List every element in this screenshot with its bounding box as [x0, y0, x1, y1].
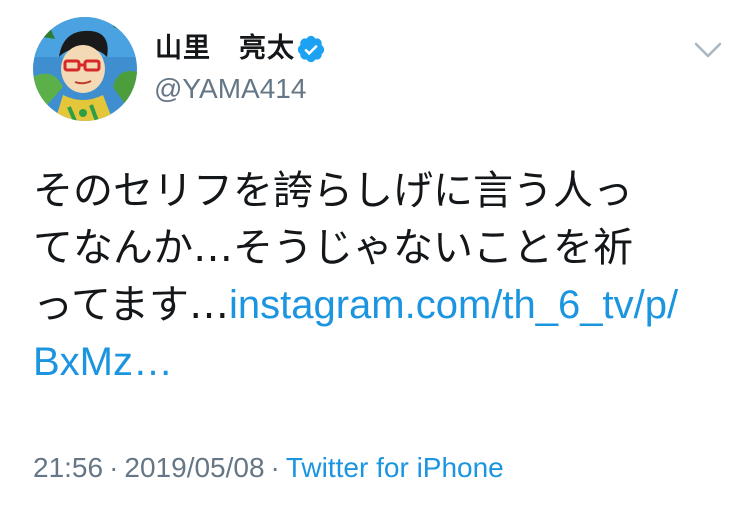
tweet-text-segment: ってます…	[33, 282, 229, 328]
tweet-text-line: てなんか…そうじゃないことを祈	[33, 225, 633, 271]
avatar[interactable]	[33, 17, 137, 121]
tweet-card: 山里 亮太 @YAMA414 そのセリフを誇らしげに言う人っ てなんか…そうじゃ…	[0, 0, 750, 515]
user-handle[interactable]: @YAMA414	[154, 72, 306, 106]
tweet-text-line: ってます…instagram.com/th_6_tv/p/	[33, 277, 713, 334]
display-name[interactable]: 山里 亮太	[155, 32, 295, 66]
tweet-text-line: BxMz…	[33, 334, 713, 391]
tweet-text: そのセリフを誇らしげに言う人っ てなんか…そうじゃないことを祈 ってます…ins…	[33, 163, 713, 391]
chevron-down-icon[interactable]	[692, 38, 724, 62]
tweet-time[interactable]: 21:56	[33, 452, 103, 483]
verified-badge-icon	[297, 35, 325, 63]
meta-separator: ·	[270, 452, 280, 483]
tweet-link-continued[interactable]: BxMz…	[33, 340, 173, 384]
tweet-source-link[interactable]: Twitter for iPhone	[286, 452, 504, 483]
cartoon-portrait-avatar-icon	[33, 17, 137, 121]
tweet-text-line: そのセリフを誇らしげに言う人っ	[33, 168, 633, 214]
tweet-date[interactable]: 2019/05/08	[124, 452, 264, 483]
meta-separator: ·	[109, 452, 119, 483]
tweet-meta: 21:56 · 2019/05/08 · Twitter for iPhone	[33, 449, 504, 487]
tweet-link[interactable]: instagram.com/th_6_tv/p/	[229, 283, 678, 327]
